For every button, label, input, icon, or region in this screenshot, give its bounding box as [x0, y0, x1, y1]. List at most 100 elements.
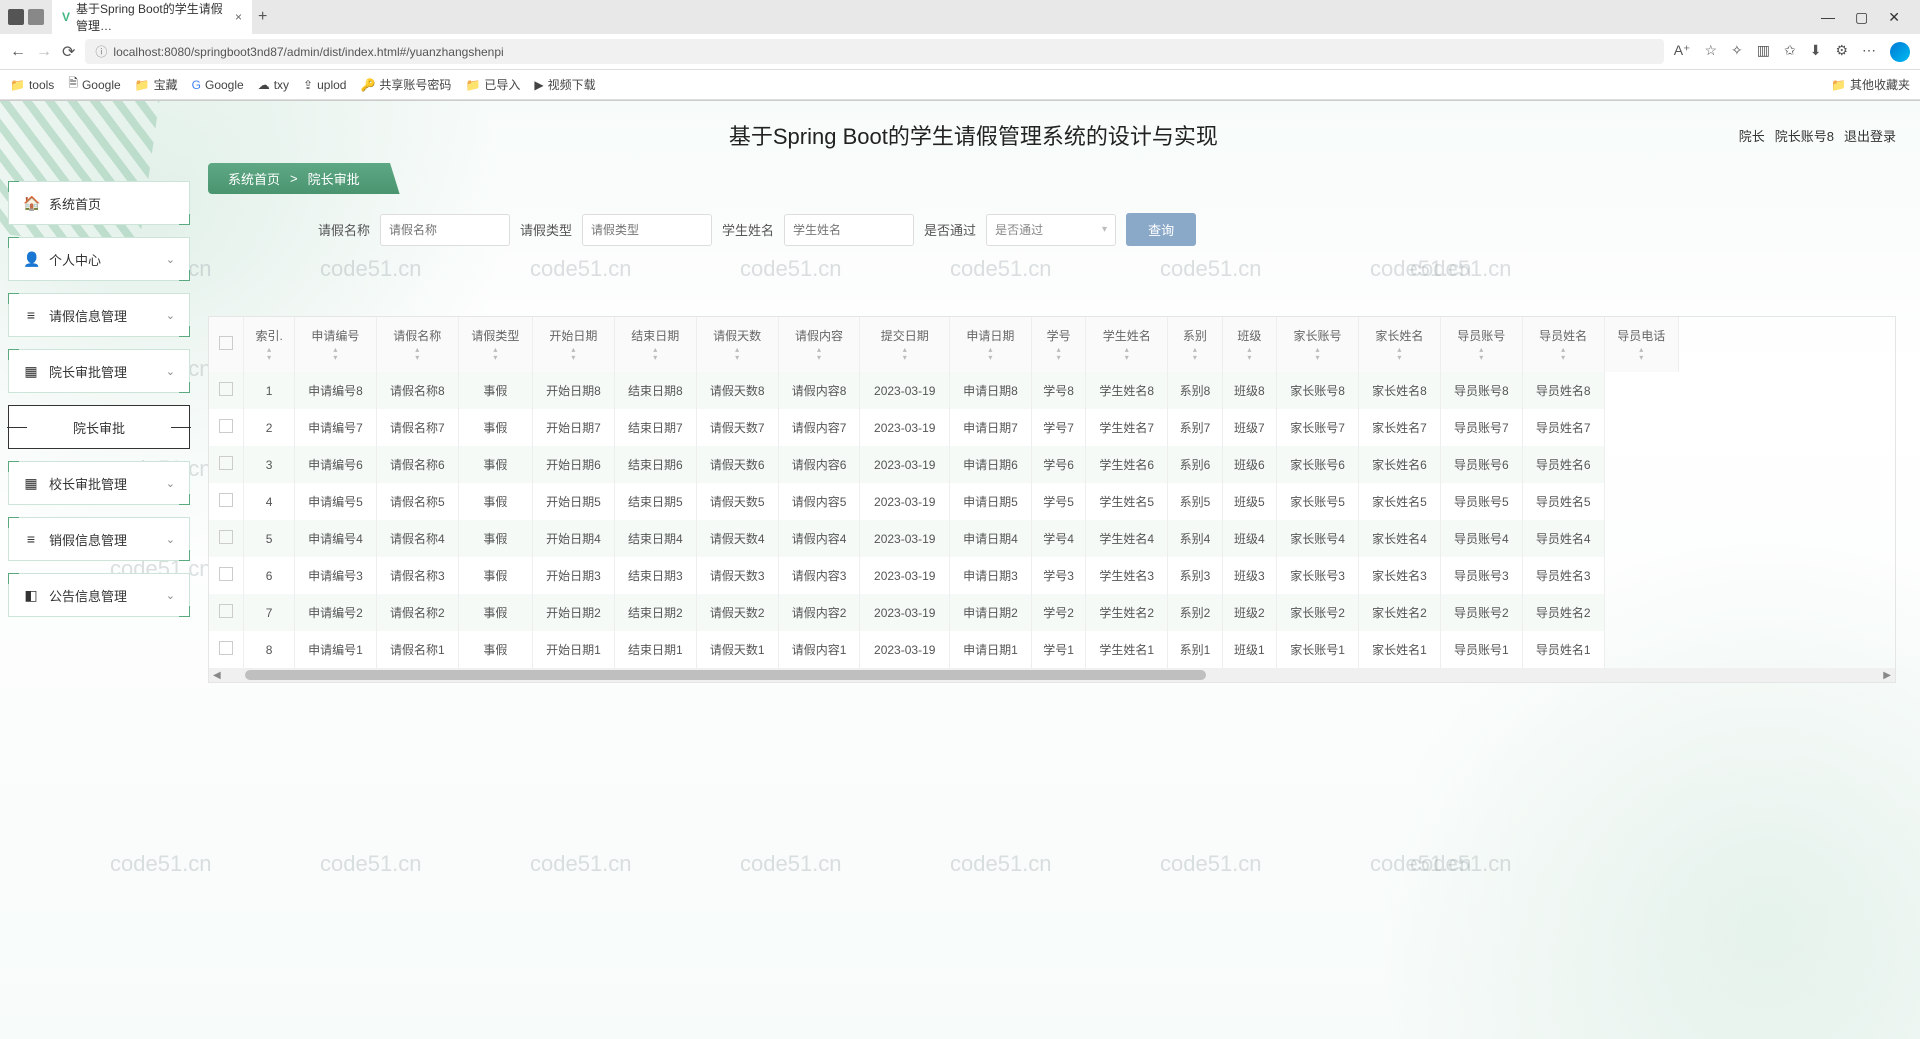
user-role: 院长 — [1739, 126, 1765, 145]
cell-type: 事假 — [458, 446, 532, 483]
downloads-icon[interactable]: ⬇ — [1810, 42, 1822, 62]
page-icon: 🗎 — [68, 74, 78, 95]
table-header[interactable]: 导员姓名▴▾ — [1522, 317, 1604, 372]
edge-profile-icon[interactable] — [1890, 42, 1910, 62]
cell-end: 结束日期3 — [614, 557, 696, 594]
query-button[interactable]: 查询 — [1126, 213, 1196, 246]
filter-select-pass[interactable]: 是否通过 ▾ — [986, 214, 1116, 246]
table-header[interactable]: 申请编号▴▾ — [294, 317, 376, 372]
minimize-icon[interactable]: — — [1821, 9, 1835, 26]
bookmark-item[interactable]: 📁宝藏 — [135, 76, 178, 93]
table-header[interactable]: 索引.▴▾ — [244, 317, 295, 372]
filter-input-name[interactable] — [380, 214, 510, 246]
table-row[interactable]: 7申请编号2请假名称2事假开始日期2结束日期2请假天数2请假内容22023-03… — [209, 594, 1679, 631]
favorites-bar-icon[interactable]: ✩ — [1784, 42, 1796, 62]
table-row[interactable]: 6申请编号3请假名称3事假开始日期3结束日期3请假天数3请假内容32023-03… — [209, 557, 1679, 594]
bookmark-item[interactable]: ☁txy — [258, 78, 289, 92]
table-row[interactable]: 1申请编号8请假名称8事假开始日期8结束日期8请假天数8请假内容82023-03… — [209, 372, 1679, 409]
filter-input-type[interactable] — [582, 214, 712, 246]
table-header[interactable]: 导员电话▴▾ — [1604, 317, 1678, 372]
sidebar-subitem[interactable]: 院长审批 — [8, 405, 190, 449]
table-header[interactable] — [209, 317, 244, 372]
extensions-icon[interactable]: ✧ — [1731, 42, 1743, 62]
logout-link[interactable]: 退出登录 — [1844, 126, 1896, 145]
favorite-icon[interactable]: ☆ — [1704, 42, 1717, 62]
row-checkbox[interactable] — [219, 493, 233, 507]
table-header[interactable]: 系别▴▾ — [1168, 317, 1222, 372]
close-window-icon[interactable]: ✕ — [1888, 9, 1900, 26]
url-input[interactable]: ⓘ localhost:8080/springboot3nd87/admin/d… — [85, 39, 1663, 64]
bookmark-item[interactable]: 📁tools — [10, 78, 54, 92]
cell-dept: 系别1 — [1168, 631, 1222, 668]
bookmark-item[interactable]: GGoogle — [192, 78, 244, 92]
read-aloud-icon[interactable]: A⁺ — [1674, 42, 1691, 62]
table-row[interactable]: 8申请编号1请假名称1事假开始日期1结束日期1请假天数1请假内容12023-03… — [209, 631, 1679, 668]
table-row[interactable]: 3申请编号6请假名称6事假开始日期6结束日期6请假天数6请假内容62023-03… — [209, 446, 1679, 483]
cell-pacct: 家长账号1 — [1277, 631, 1359, 668]
row-checkbox[interactable] — [219, 419, 233, 433]
table-header[interactable]: 学号▴▾ — [1031, 317, 1085, 372]
table-row[interactable]: 5申请编号4请假名称4事假开始日期4结束日期4请假天数4请假内容42023-03… — [209, 520, 1679, 557]
table-header[interactable]: 导员账号▴▾ — [1440, 317, 1522, 372]
sidebar-item[interactable]: ≡销假信息管理⌄ — [8, 517, 190, 561]
sidebar-item[interactable]: 🏠系统首页 — [8, 181, 190, 225]
row-checkbox[interactable] — [219, 641, 233, 655]
video-icon: ▶ — [534, 78, 543, 92]
bookmark-item[interactable]: ⇪uplod — [303, 78, 346, 92]
sidebar-item[interactable]: ≡请假信息管理⌄ — [8, 293, 190, 337]
bookmark-item[interactable]: 🗎Google — [68, 74, 120, 95]
sidebar-item[interactable]: 👤个人中心⌄ — [8, 237, 190, 281]
cell-tname: 导员姓名6 — [1522, 446, 1604, 483]
cell-days: 请假天数7 — [696, 409, 778, 446]
back-icon[interactable]: ← — [10, 43, 26, 61]
sidebar-item[interactable]: ▦校长审批管理⌄ — [8, 461, 190, 505]
browser-tab[interactable]: V 基于Spring Boot的学生请假管理… × — [52, 0, 252, 38]
table-header[interactable]: 结束日期▴▾ — [614, 317, 696, 372]
table-header[interactable]: 请假天数▴▾ — [696, 317, 778, 372]
row-checkbox[interactable] — [219, 530, 233, 544]
table-header[interactable]: 班级▴▾ — [1222, 317, 1276, 372]
forward-icon[interactable]: → — [36, 43, 52, 61]
bookmark-item[interactable]: 🔑共享账号密码 — [360, 76, 451, 93]
new-tab-button[interactable]: + — [258, 8, 267, 26]
table-header[interactable]: 提交日期▴▾ — [860, 317, 950, 372]
maximize-icon[interactable]: ▢ — [1855, 9, 1868, 26]
scroll-right-icon[interactable]: ▶ — [1879, 670, 1895, 681]
table-header[interactable]: 请假内容▴▾ — [778, 317, 860, 372]
tabs-icon[interactable] — [28, 9, 44, 25]
row-checkbox[interactable] — [219, 456, 233, 470]
table-row[interactable]: 2申请编号7请假名称7事假开始日期7结束日期7请假天数7请假内容72023-03… — [209, 409, 1679, 446]
table-header[interactable]: 申请日期▴▾ — [950, 317, 1032, 372]
app-icon[interactable]: ⚙ — [1835, 42, 1848, 62]
bookmark-item[interactable]: ▶视频下载 — [534, 76, 595, 93]
scroll-left-icon[interactable]: ◀ — [209, 670, 225, 681]
table-header[interactable]: 学生姓名▴▾ — [1086, 317, 1168, 372]
table-header[interactable]: 请假类型▴▾ — [458, 317, 532, 372]
table-header[interactable]: 家长姓名▴▾ — [1358, 317, 1440, 372]
more-icon[interactable]: ⋯ — [1862, 42, 1876, 62]
table-row[interactable]: 4申请编号5请假名称5事假开始日期5结束日期5请假天数5请假内容52023-03… — [209, 483, 1679, 520]
collections-icon[interactable]: ▥ — [1757, 42, 1770, 62]
horizontal-scrollbar[interactable]: ◀ ▶ — [209, 668, 1895, 682]
cell-tacct: 导员账号6 — [1440, 446, 1522, 483]
other-bookmarks[interactable]: 📁其他收藏夹 — [1831, 76, 1910, 93]
breadcrumb-home[interactable]: 系统首页 — [228, 169, 280, 188]
tab-close-icon[interactable]: × — [235, 10, 242, 24]
filter-input-student[interactable] — [784, 214, 914, 246]
reload-icon[interactable]: ⟳ — [62, 42, 75, 62]
sort-icon: ▴▾ — [1367, 346, 1432, 362]
table-header[interactable]: 开始日期▴▾ — [532, 317, 614, 372]
row-checkbox[interactable] — [219, 382, 233, 396]
row-checkbox[interactable] — [219, 604, 233, 618]
sidebar-item[interactable]: ◧公告信息管理⌄ — [8, 573, 190, 617]
bookmark-item[interactable]: 📁已导入 — [465, 76, 520, 93]
row-checkbox[interactable] — [219, 567, 233, 581]
table-header[interactable]: 请假名称▴▾ — [376, 317, 458, 372]
window-menu-icon[interactable] — [8, 9, 24, 25]
checkbox-all[interactable] — [219, 336, 233, 350]
table-header[interactable]: 家长账号▴▾ — [1277, 317, 1359, 372]
scrollbar-thumb[interactable] — [245, 670, 1206, 680]
sidebar-item[interactable]: ▦院长审批管理⌄ — [8, 349, 190, 393]
cell-name: 请假名称2 — [376, 594, 458, 631]
cell-cls: 班级1 — [1222, 631, 1276, 668]
